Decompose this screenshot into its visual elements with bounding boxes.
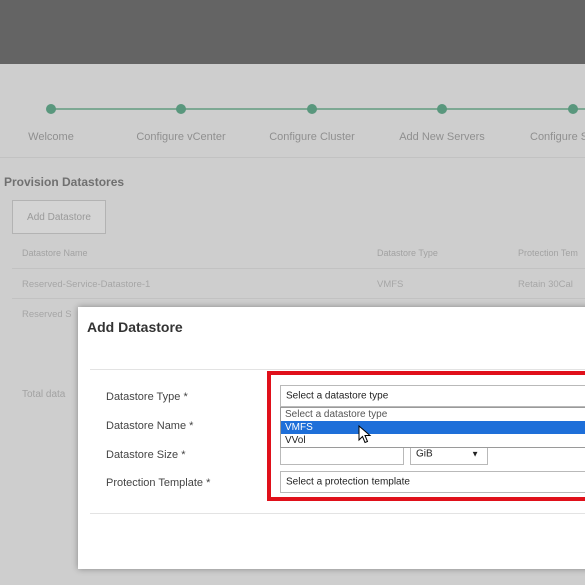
protection-template-select[interactable]: Select a protection template xyxy=(280,471,585,493)
chevron-down-icon: ▼ xyxy=(471,449,479,459)
datastore-name-label: Datastore Name * xyxy=(106,420,194,432)
add-datastore-dialog: Add Datastore Datastore Type * Datastore… xyxy=(78,307,585,569)
datastore-type-select-value: Select a datastore type xyxy=(286,390,389,402)
datastore-size-label: Datastore Size * xyxy=(106,449,186,461)
protection-template-label: Protection Template * xyxy=(106,477,211,489)
size-unit-value: GiB xyxy=(416,448,433,460)
mouse-pointer-icon xyxy=(358,425,372,444)
protection-template-value: Select a protection template xyxy=(286,476,410,488)
dialog-divider xyxy=(90,369,585,370)
dialog-divider xyxy=(90,513,585,514)
datastore-type-select[interactable]: Select a datastore type xyxy=(280,385,585,407)
dialog-title: Add Datastore xyxy=(87,319,183,335)
dropdown-option-vmfs[interactable]: VMFS xyxy=(281,421,585,434)
datastore-type-dropdown: Select a datastore type VMFS VVol xyxy=(280,407,585,448)
dropdown-option-placeholder[interactable]: Select a datastore type xyxy=(281,408,585,421)
datastore-type-label: Datastore Type * xyxy=(106,391,188,403)
dropdown-option-vvol[interactable]: VVol xyxy=(281,434,585,447)
